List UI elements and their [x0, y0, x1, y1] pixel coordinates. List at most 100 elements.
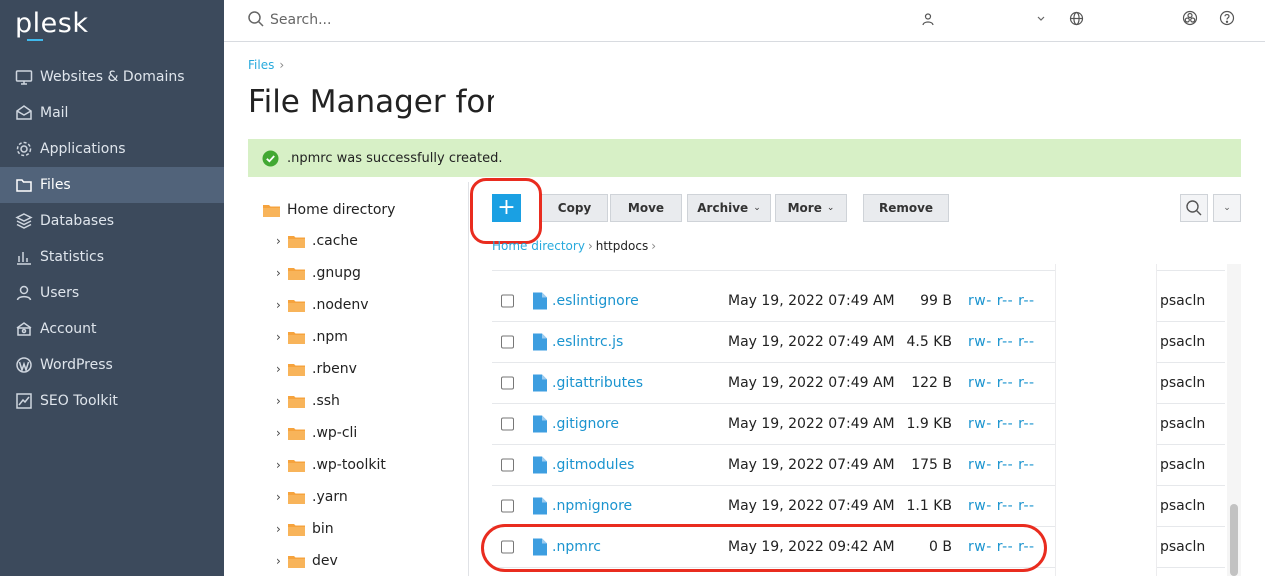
wordpress-icon	[16, 357, 32, 373]
row-checkbox[interactable]	[501, 499, 514, 513]
row-checkbox[interactable]	[501, 458, 514, 472]
sidebar-nav: Websites & Domains Mail Applications Fil…	[0, 59, 224, 419]
chevron-right-icon[interactable]: ›	[276, 458, 288, 472]
user-profile-icon[interactable]	[921, 12, 935, 26]
chevron-right-icon[interactable]: ›	[276, 522, 288, 536]
sidebar-item-account[interactable]: Account	[0, 311, 224, 347]
chevron-right-icon[interactable]: ›	[276, 298, 288, 312]
column-divider	[1156, 264, 1157, 576]
file-size: 122 B	[911, 375, 952, 391]
row-checkbox[interactable]	[501, 417, 514, 431]
tree-item[interactable]: › .npm	[276, 329, 348, 345]
more-button[interactable]: More ⌄	[775, 194, 847, 222]
sidebar-item-label: Websites & Domains	[40, 69, 185, 85]
file-icon	[533, 333, 547, 351]
file-permissions-link[interactable]: rw- r-- r--	[968, 416, 1035, 432]
tree-item[interactable]: › .cache	[276, 233, 358, 249]
file-size: 175 B	[911, 457, 952, 473]
monitor-icon	[15, 70, 33, 85]
chevron-right-icon[interactable]: ›	[276, 330, 288, 344]
file-permissions-link[interactable]: rw- r-- r--	[968, 293, 1035, 309]
folder-icon	[288, 459, 305, 472]
file-name-link[interactable]: .gitattributes	[552, 375, 643, 391]
file-icon	[533, 497, 547, 515]
row-checkbox[interactable]	[501, 335, 514, 349]
user-icon	[16, 285, 32, 301]
tree-item[interactable]: › dev	[276, 553, 338, 569]
chevron-right-icon[interactable]: ›	[276, 426, 288, 440]
file-icon	[533, 292, 547, 310]
file-name-link[interactable]: .gitignore	[552, 416, 619, 432]
help-icon[interactable]	[1219, 10, 1235, 26]
tree-item-label: dev	[312, 553, 338, 569]
search-files-button[interactable]	[1180, 194, 1208, 222]
file-name-link[interactable]: .npmignore	[552, 498, 632, 514]
file-name-link[interactable]: .eslintrc.js	[552, 334, 623, 350]
plesk-logo[interactable]: plesk	[15, 8, 88, 41]
sidebar-item-label: Statistics	[40, 249, 104, 265]
archive-button[interactable]: Archive ⌄	[687, 194, 771, 222]
chevron-right-icon[interactable]: ›	[276, 362, 288, 376]
breadcrumb-current: httpdocs	[595, 239, 649, 253]
tree-item[interactable]: › .gnupg	[276, 265, 361, 281]
row-checkbox[interactable]	[501, 294, 514, 308]
tree-item[interactable]: › .nodenv	[276, 297, 369, 313]
sidebar-item-label: Account	[40, 321, 97, 337]
file-owner: psacln	[1160, 457, 1206, 473]
chevron-right-icon[interactable]: ›	[276, 234, 288, 248]
tree-root-home[interactable]: Home directory	[263, 202, 395, 218]
file-permissions-link[interactable]: rw- r-- r--	[968, 334, 1035, 350]
file-permissions-link[interactable]: rw- r-- r--	[968, 498, 1035, 514]
file-icon	[533, 456, 547, 474]
sidebar-item-files[interactable]: Files	[0, 167, 224, 203]
extensions-icon[interactable]	[1182, 10, 1198, 26]
redacted-column	[1056, 264, 1156, 576]
global-search-input[interactable]	[270, 9, 570, 31]
folder-icon	[288, 523, 305, 536]
sidebar-item-mail[interactable]: Mail	[0, 95, 224, 131]
chevron-right-icon[interactable]: ›	[276, 394, 288, 408]
breadcrumb-link-home[interactable]: Home directory	[492, 239, 585, 253]
chevron-right-icon[interactable]: ›	[276, 490, 288, 504]
sidebar-item-statistics[interactable]: Statistics	[0, 239, 224, 275]
folder-icon	[288, 299, 305, 312]
copy-label: Copy	[557, 201, 592, 215]
sidebar-item-seo-toolkit[interactable]: SEO Toolkit	[0, 383, 224, 419]
copy-button[interactable]: Copy	[541, 194, 608, 222]
move-button[interactable]: Move	[610, 194, 682, 222]
search-options-button[interactable]: ⌄	[1213, 194, 1241, 222]
tree-item[interactable]: › .yarn	[276, 489, 348, 505]
chevron-right-icon[interactable]: ›	[276, 266, 288, 280]
tree-item[interactable]: › .rbenv	[276, 361, 357, 377]
file-list-scrollbar[interactable]	[1227, 264, 1241, 576]
tree-item[interactable]: › .ssh	[276, 393, 340, 409]
file-name-link[interactable]: .gitmodules	[552, 457, 634, 473]
sidebar-item-applications[interactable]: Applications	[0, 131, 224, 167]
sidebar-item-wordpress[interactable]: WordPress	[0, 347, 224, 383]
sidebar-item-websites-domains[interactable]: Websites & Domains	[0, 59, 224, 95]
globe-icon[interactable]	[1069, 11, 1084, 26]
scrollbar-thumb[interactable]	[1230, 504, 1238, 576]
tree-item-label: bin	[312, 521, 334, 537]
tree-item[interactable]: › .wp-cli	[276, 425, 357, 441]
chevron-right-icon[interactable]: ›	[276, 554, 288, 568]
tree-item[interactable]: › bin	[276, 521, 334, 537]
file-permissions-link[interactable]: rw- r-- r--	[968, 457, 1035, 473]
file-permissions-link[interactable]: rw- r-- r--	[968, 375, 1035, 391]
row-checkbox[interactable]	[501, 376, 514, 390]
tree-item[interactable]: › .wp-toolkit	[276, 457, 386, 473]
breadcrumb-link-files[interactable]: Files	[248, 58, 274, 72]
more-label: More	[787, 201, 822, 215]
chevron-down-icon[interactable]	[1036, 15, 1046, 23]
sidebar-item-users[interactable]: Users	[0, 275, 224, 311]
sidebar-item-databases[interactable]: Databases	[0, 203, 224, 239]
gear-icon	[16, 141, 32, 157]
logo-accent	[27, 39, 43, 41]
bar-chart-icon	[17, 252, 31, 265]
file-owner: psacln	[1160, 416, 1206, 432]
remove-button[interactable]: Remove	[863, 194, 949, 222]
file-owner: psacln	[1160, 293, 1206, 309]
folder-icon	[16, 179, 32, 192]
chevron-down-icon: ⌄	[1223, 203, 1231, 213]
file-name-link[interactable]: .eslintignore	[552, 293, 639, 309]
